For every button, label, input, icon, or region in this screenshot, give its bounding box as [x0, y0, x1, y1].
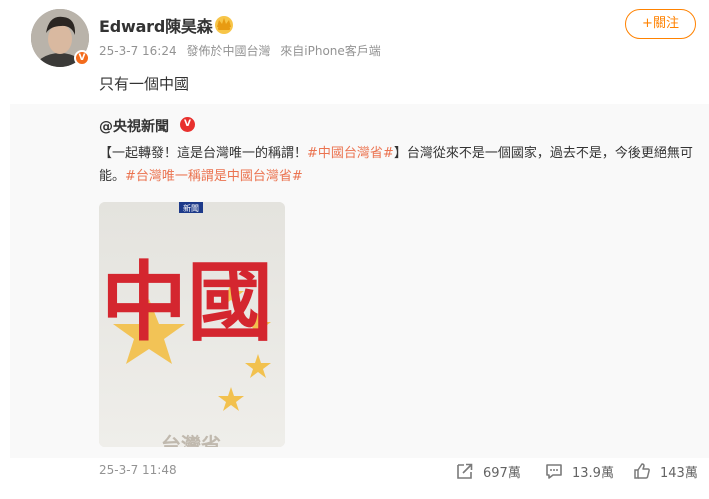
post-text: 只有一個中國	[99, 75, 190, 93]
username[interactable]: Edward陳昊森	[99, 13, 213, 37]
thumbs-up-icon	[634, 463, 650, 479]
post-meta: 25-3-7 16:24 發佈於中國台灣 來自iPhone客戶端	[99, 42, 381, 59]
reposted-content[interactable]: @央視新聞 V 【一起轉發！這是台灣唯一的稱謂！#中國台灣省#】台灣從來不是一個…	[10, 104, 709, 458]
post-image[interactable]: 新聞 中國 台灣省	[99, 202, 285, 447]
calligraphy-text: 中國	[101, 252, 273, 353]
verified-badge-icon: V	[74, 50, 90, 66]
crown-icon[interactable]	[213, 14, 235, 34]
topic-link[interactable]: #台灣唯一稱謂是中國台灣省#	[125, 169, 303, 184]
news-badge-text: 新聞	[183, 203, 199, 213]
like-count: 143萬	[660, 465, 698, 481]
post-location: 發佈於中國台灣	[186, 44, 271, 58]
repost-text: 【一起轉發！這是台灣唯一的稱謂！#中國台灣省#】台灣從來不是一個國家，過去不是，…	[99, 142, 699, 188]
weibo-post-card: V Edward陳昊森 25-3-7 16:24 發佈於中國台灣 來自iPhon…	[0, 0, 709, 499]
post-source: 來自iPhone客戶端	[280, 44, 381, 58]
like-button[interactable]: 143萬	[632, 460, 698, 482]
repost-time[interactable]: 25-3-7 11:48	[99, 463, 177, 477]
verified-badge-icon: V	[180, 117, 195, 132]
comment-count: 13.9萬	[572, 465, 614, 481]
comment-button[interactable]: 13.9萬	[544, 460, 614, 482]
image-bottom-text: 台灣省	[161, 433, 221, 447]
comment-icon	[546, 464, 562, 479]
repost-text-part: 【一起轉發！這是台灣唯一的稱謂！	[99, 146, 308, 161]
post-time[interactable]: 25-3-7 16:24	[99, 44, 177, 58]
share-icon	[457, 463, 473, 479]
topic-link[interactable]: #中國台灣省#	[307, 146, 394, 161]
repost-button[interactable]: 697萬	[455, 460, 521, 482]
repost-author[interactable]: @央視新聞	[99, 116, 169, 136]
repost-count: 697萬	[483, 465, 521, 481]
follow-button[interactable]: +關注	[625, 9, 696, 39]
